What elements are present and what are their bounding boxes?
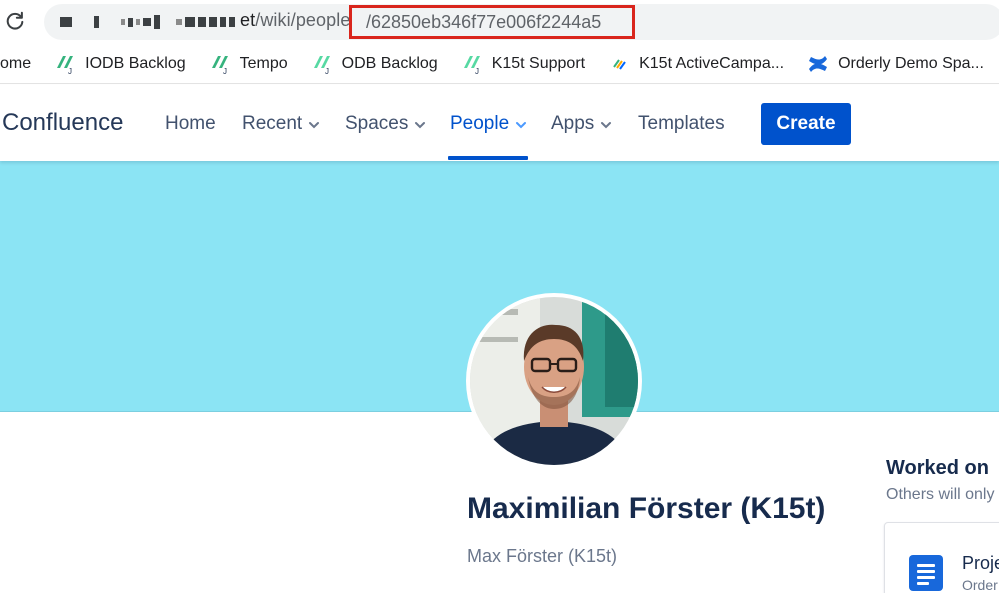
nav-home[interactable]: Home <box>165 113 216 135</box>
bookmark-k15t-support[interactable]: J K15t Support <box>460 44 585 84</box>
chevron-down-icon <box>309 122 320 129</box>
url-id-highlight: /62850eb346f77e006f2244a5 <box>349 5 635 39</box>
profile-public-name: Max Förster (K15t) <box>467 546 618 566</box>
nav-recent[interactable]: Recent <box>242 113 321 135</box>
bookmark-label: Orderly Demo Spa... <box>838 54 984 72</box>
chevron-down-icon <box>601 122 612 129</box>
bookmark-label: ome <box>0 54 32 72</box>
activecampaign-icon <box>607 52 631 76</box>
bookmarks-bar: ome J IODB Backlog J Tempo J ODB Backlog… <box>0 44 999 84</box>
worked-on-card-subtitle: Order <box>962 577 998 593</box>
nav-templates[interactable]: Templates <box>638 113 725 135</box>
page-icon <box>909 555 943 591</box>
svg-text:J: J <box>325 67 329 75</box>
jira-green-icon: J <box>53 52 77 76</box>
confluence-icon <box>806 52 830 76</box>
nav-apps[interactable]: Apps <box>551 113 613 135</box>
bookmark-iodb-backlog[interactable]: J IODB Backlog <box>53 44 186 84</box>
chevron-down-icon <box>516 122 527 129</box>
nav-label: People <box>450 113 510 134</box>
jira-green-icon: J <box>460 52 484 76</box>
chevron-down-icon <box>415 122 426 129</box>
confluence-logo[interactable]: Confluence <box>2 109 123 137</box>
nav-label: Templates <box>638 113 725 134</box>
browser-toolbar: et/wiki/people /62850eb346f77e006f2244a5 <box>0 0 999 44</box>
nav-people[interactable]: People <box>450 113 528 135</box>
svg-text:J: J <box>68 67 72 75</box>
bookmark-label: IODB Backlog <box>85 54 186 72</box>
svg-text:J: J <box>475 67 479 75</box>
nav-spaces[interactable]: Spaces <box>345 113 427 135</box>
bookmark-k15t-activecampaign[interactable]: K15t ActiveCampa... <box>607 44 784 84</box>
nav-label: Spaces <box>345 113 409 134</box>
confluence-nav: Confluence Home Recent Spaces People App… <box>0 85 999 161</box>
nav-label: Recent <box>242 113 303 134</box>
worked-on-heading: Worked on <box>886 457 989 479</box>
jira-green-icon: J <box>310 52 334 76</box>
svg-text:J: J <box>223 67 227 75</box>
bookmark-label: K15t ActiveCampa... <box>639 54 785 72</box>
worked-on-card-title: Proje <box>962 553 999 573</box>
active-tab-indicator <box>448 156 528 160</box>
url-host-end: et <box>240 10 256 30</box>
bookmark-tempo[interactable]: J Tempo <box>208 44 288 84</box>
worked-on-subtitle: Others will only <box>886 486 995 503</box>
nav-label: Home <box>165 113 216 134</box>
profile-full-name: Maximilian Förster (K15t) <box>467 492 826 525</box>
avatar-photo <box>470 297 638 465</box>
bookmark-label: K15t Support <box>491 54 586 72</box>
nav-label: Apps <box>551 113 595 134</box>
bookmark-label: Tempo <box>239 54 288 72</box>
bookmark-label: ODB Backlog <box>341 54 438 72</box>
redacted-host <box>60 15 235 29</box>
jira-green-icon: J <box>208 52 232 76</box>
bookmark-home[interactable]: ome <box>0 44 31 84</box>
bookmark-odb-backlog[interactable]: J ODB Backlog <box>310 44 438 84</box>
create-button[interactable]: Create <box>761 103 851 145</box>
profile-avatar[interactable] <box>466 293 642 469</box>
url-text: et/wiki/people <box>240 10 350 31</box>
url-path: /wiki/people <box>255 10 351 30</box>
reload-icon[interactable] <box>4 10 26 32</box>
bookmark-orderly-demo-space[interactable]: Orderly Demo Spa... <box>806 44 984 84</box>
worked-on-card[interactable]: Proje Order <box>884 522 999 593</box>
